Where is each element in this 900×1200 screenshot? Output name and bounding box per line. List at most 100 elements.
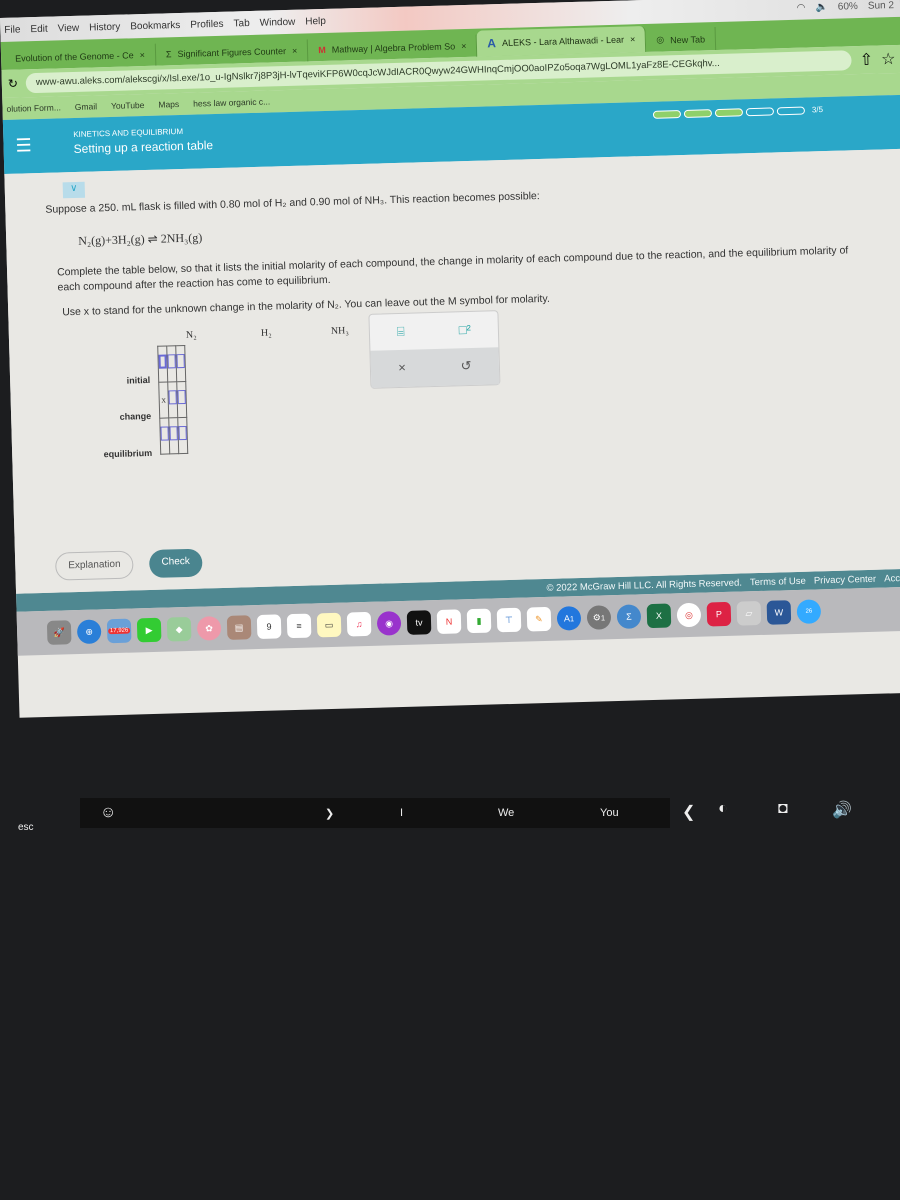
pages-icon[interactable]: ✎ [526, 606, 552, 632]
sigma-icon: Σ [165, 49, 172, 60]
esc-key[interactable]: esc [18, 822, 34, 833]
volume-icon[interactable]: 🔊 [832, 800, 852, 820]
explanation-button[interactable]: Explanation [54, 550, 134, 581]
close-icon[interactable]: × [292, 46, 298, 56]
word-icon[interactable]: W [766, 600, 792, 625]
calendar-day: 9 [266, 621, 272, 632]
notes-icon[interactable]: ▭ [316, 612, 342, 638]
menu-file[interactable]: File [4, 24, 20, 35]
reminders-icon[interactable]: ≡ [286, 613, 312, 639]
menu-icon[interactable]: ☰ [15, 135, 32, 156]
menu-edit[interactable]: Edit [30, 23, 48, 34]
progress-segment [776, 106, 805, 115]
undo-icon[interactable]: ↺ [460, 357, 471, 375]
menu-help[interactable]: Help [305, 15, 326, 27]
table-row [159, 417, 188, 455]
suggestion[interactable]: You [600, 807, 619, 819]
bookmark-maps[interactable]: Maps [158, 99, 179, 110]
progress-segment [652, 109, 682, 119]
keynote-icon[interactable]: ⊤ [496, 607, 522, 633]
row-header: change [119, 410, 152, 422]
excel-icon[interactable]: X [646, 603, 672, 629]
problem-area: ∨ Suppose a 250. mL flask is filled with… [4, 148, 900, 594]
progress-segment [683, 108, 713, 118]
copyright: © 2022 McGraw Hill LLC. All Rights Reser… [546, 577, 743, 594]
share-icon[interactable]: ⇧ [859, 50, 874, 70]
chevron-right-icon[interactable]: ❯ [325, 807, 334, 820]
music-icon[interactable]: ♫ [346, 611, 372, 637]
launchpad-icon[interactable]: 🚀 [46, 620, 72, 645]
check-button[interactable]: Check [149, 548, 203, 579]
badge: 1 [569, 613, 575, 623]
row-header: initial [126, 374, 151, 386]
contacts-icon[interactable]: ▤ [226, 615, 252, 640]
cell-input[interactable] [175, 345, 186, 382]
badge: 26 [805, 608, 813, 615]
close-icon[interactable]: × [140, 50, 146, 60]
wifi-icon[interactable]: ◠ [797, 2, 806, 13]
table-grid: x [157, 345, 188, 455]
safari-icon[interactable]: ⊕ [76, 619, 102, 645]
tab-label: Mathway | Algebra Problem So [331, 41, 456, 55]
tab-sigfig[interactable]: Σ Significant Figures Counter × [155, 39, 309, 66]
podcasts-icon[interactable]: ◉ [376, 611, 402, 636]
bookmark-star-icon[interactable]: ☆ [881, 49, 896, 69]
terms-link[interactable]: Terms of Use [750, 575, 806, 588]
menu-bookmarks[interactable]: Bookmarks [130, 19, 180, 31]
suggestion[interactable]: We [498, 807, 514, 819]
collapse-chevron-icon[interactable]: ∨ [62, 181, 86, 199]
facetime-icon[interactable]: ▶ [136, 617, 162, 643]
tab-new[interactable]: ◎ New Tab [645, 27, 717, 52]
suggestion[interactable]: I [400, 807, 403, 819]
bookmark[interactable]: olution Form... [6, 102, 61, 114]
reaction-equation: N₂(g)+3H₂(g) ⇌ 2NH₃(g) [78, 230, 203, 248]
mathway-icon: M [318, 44, 326, 56]
cell-input[interactable] [176, 381, 187, 418]
table-row: x [158, 381, 187, 419]
superscript-icon[interactable]: □² [458, 321, 471, 340]
cell-input[interactable] [177, 417, 188, 454]
calendar-icon[interactable]: 9 [256, 614, 282, 640]
close-icon[interactable]: × [461, 41, 467, 51]
tab-label: Significant Figures Counter [177, 46, 287, 60]
battery-percent[interactable]: 60% [838, 1, 858, 13]
tab-aleks[interactable]: A ALEKS - Lara Althawadi - Lear × [476, 25, 647, 57]
chrome-icon: ◎ [656, 34, 665, 45]
close-icon[interactable]: × [630, 34, 636, 44]
tab-genome[interactable]: Evolution of the Genome - Ce × [4, 43, 157, 70]
messages-icon[interactable]: 26 [796, 599, 822, 624]
tv-icon[interactable]: tv [406, 610, 432, 635]
aleks-icon: A [487, 36, 497, 51]
tab-label: ALEKS - Lara Althawadi - Lear [501, 34, 625, 48]
mail-icon[interactable]: 17,926 [106, 618, 132, 644]
collapse-icon[interactable]: ❮ [682, 802, 695, 822]
volume-icon[interactable]: 🔈 [815, 1, 828, 12]
menu-history[interactable]: History [89, 21, 120, 33]
bookmark-gmail[interactable]: Gmail [75, 101, 97, 112]
calculator-icon[interactable]: Σ [616, 604, 642, 630]
bookmark-google[interactable]: hess law organic c... [193, 96, 270, 108]
photos-icon[interactable]: ✿ [196, 616, 222, 641]
clear-icon[interactable]: × [398, 359, 406, 377]
privacy-link[interactable]: Privacy Center [814, 573, 877, 586]
numbers-icon[interactable]: ▮ [466, 608, 492, 634]
bookmark-youtube[interactable]: YouTube [111, 100, 145, 111]
preview-icon[interactable]: ▱ [736, 600, 762, 626]
menu-profiles[interactable]: Profiles [190, 18, 224, 30]
fraction-icon[interactable]: ⌸ [397, 323, 405, 341]
app-store-icon[interactable]: A1 [556, 606, 582, 631]
clock[interactable]: Sun 2 [868, 0, 894, 11]
chrome-icon[interactable]: ◎ [676, 602, 702, 628]
accessibility-link[interactable]: Acc [884, 573, 900, 584]
siri-icon[interactable]: ◐ [718, 800, 728, 818]
news-icon[interactable]: N [436, 609, 462, 635]
menu-view[interactable]: View [58, 22, 80, 34]
menu-tab[interactable]: Tab [233, 18, 249, 29]
emoji-icon[interactable]: ☺ [100, 804, 116, 822]
reload-icon[interactable]: ↻ [8, 77, 18, 91]
powerpoint-icon[interactable]: P [706, 601, 732, 627]
maps-icon[interactable]: ◆ [166, 616, 192, 642]
camera-icon[interactable]: ◘ [778, 800, 788, 818]
menu-window[interactable]: Window [260, 16, 296, 28]
system-preferences-icon[interactable]: ⚙ 1 [586, 605, 612, 630]
